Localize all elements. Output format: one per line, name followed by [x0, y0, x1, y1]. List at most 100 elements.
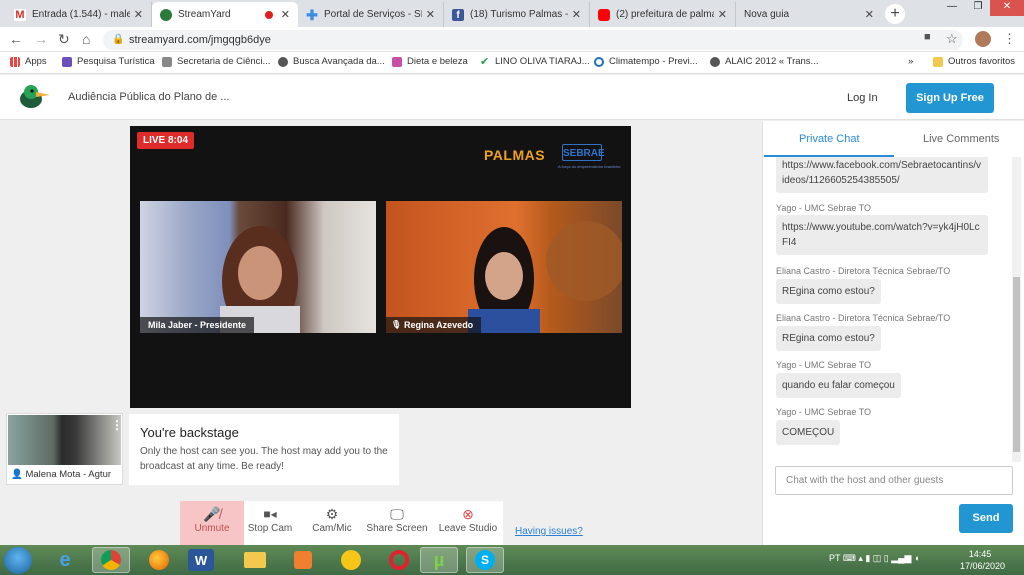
backstage-notice: You're backstage Only the host can see y…	[129, 414, 399, 485]
menu-icon[interactable]: ⋮	[1003, 31, 1016, 47]
forward-icon[interactable]: →	[34, 31, 48, 47]
broadcast-stage: LIVE 8:04 PALMAS SEBRAE A força do empre…	[130, 126, 631, 408]
explorer-icon[interactable]	[236, 547, 274, 573]
new-tab-button[interactable]: +	[885, 4, 905, 24]
minimize-button[interactable]: —	[938, 0, 966, 16]
chrome-icon[interactable]	[92, 547, 130, 573]
cam-mic-button[interactable]: ⚙ Cam/Mic	[300, 501, 364, 545]
recording-icon	[264, 10, 273, 19]
reload-icon[interactable]: ↻	[58, 31, 70, 48]
taskbar-clock[interactable]: 14:45 17/06/2020	[960, 548, 1006, 572]
close-window-button[interactable]: ✕	[990, 0, 1024, 16]
leave-studio-button[interactable]: ⊗ Leave Studio	[434, 501, 502, 545]
unmute-button[interactable]: 🎤̸ Unmute	[180, 501, 244, 545]
close-tab-icon[interactable]: ✕	[572, 8, 581, 21]
language-indicator[interactable]: PT	[829, 553, 840, 563]
close-tab-icon[interactable]: ✕	[426, 8, 435, 21]
clock-date: 17/06/2020	[960, 561, 1006, 571]
bookmark-secretaria[interactable]: Secretaria de Ciênci...	[162, 56, 270, 67]
person-icon: 👤	[11, 469, 26, 480]
home-icon[interactable]: ⌂	[82, 31, 90, 47]
mic-off-icon: 🎤̸	[203, 506, 221, 522]
chat-sidebar: Private Chat Live Comments https://www.f…	[762, 121, 1024, 545]
backstage-text: Only the host can see you. The host may …	[140, 446, 388, 472]
streamyard-logo[interactable]	[17, 83, 51, 111]
apps-icon	[10, 56, 20, 67]
close-tab-icon[interactable]: ✕	[134, 8, 143, 21]
tab-nova-guia[interactable]: Nova guia ✕	[736, 2, 882, 27]
video-tile-mila[interactable]: Mila Jaber - Presidente	[140, 201, 376, 333]
tab-prefeitura-palmas[interactable]: (2) prefeitura de palmas ✕	[590, 2, 736, 27]
bookmark-climatempo[interactable]: Climatempo - Previ...	[594, 56, 698, 67]
bookmark-alaic[interactable]: ALAIC 2012 « Trans...	[710, 56, 818, 67]
chat-scrollbar[interactable]	[1012, 157, 1021, 462]
firefox-icon[interactable]	[140, 547, 178, 573]
more-options-icon[interactable]: ⋮	[111, 418, 123, 432]
share-screen-button[interactable]: 🖵 Share Screen	[364, 501, 430, 545]
scrollbar-thumb[interactable]	[1013, 277, 1020, 452]
chat-message[interactable]: https://www.youtube.com/watch?v=yk4jH0Lc…	[776, 215, 988, 255]
skype-icon[interactable]: S	[466, 547, 504, 573]
tab-portal-servicos[interactable]: ✚ Portal de Serviços - SEBR ✕	[298, 2, 444, 27]
camera-icon[interactable]: ■	[924, 31, 931, 43]
close-circle-icon: ⊗	[462, 506, 474, 522]
check-icon: ✔	[480, 55, 490, 68]
bookmarks-more[interactable]: »	[908, 56, 913, 67]
chat-message-user: Yago - UMC Sebrae TO	[776, 203, 872, 213]
ie-icon[interactable]: e	[46, 547, 84, 573]
chat-message[interactable]: https://www.facebook.com/Sebraetocantins…	[776, 157, 988, 193]
bookmark-lino-oliva[interactable]: ✔ LINO OLIVA TIARAJ...	[480, 56, 590, 67]
maximize-button[interactable]: ❐	[964, 0, 992, 16]
bookmark-pesquisa-turistica[interactable]: Pesquisa Turística	[62, 56, 155, 67]
chat-message[interactable]: COMEÇOU	[776, 420, 841, 445]
close-tab-icon[interactable]: ✕	[281, 8, 290, 21]
climatempo-icon	[594, 56, 604, 67]
chat-message-user: Yago - UMC Sebrae TO	[776, 360, 872, 370]
opera-icon[interactable]	[380, 547, 418, 573]
back-icon[interactable]: ←	[9, 31, 23, 47]
chat-message[interactable]: quando eu falar começou	[776, 373, 901, 398]
chat-message[interactable]: REgina como estou?	[776, 279, 881, 304]
system-tray: PT ⌨ ▴ ▮ ◫ ▯ ▂▄▆ ◖	[829, 553, 920, 563]
norton-icon[interactable]	[332, 547, 370, 573]
bookmark-busca-avancada[interactable]: Busca Avançada da...	[278, 56, 385, 67]
star-icon[interactable]: ☆	[946, 31, 958, 47]
gear-icon: ⚙	[325, 506, 339, 522]
bookmark-other-favorites[interactable]: Outros favoritos	[933, 56, 1015, 67]
globe-icon	[278, 56, 288, 67]
close-tab-icon[interactable]: ✕	[865, 8, 874, 21]
video-tile-regina[interactable]: 🎙 Regina Azevedo	[386, 201, 622, 333]
stop-cam-button[interactable]: ■◂ Stop Cam	[238, 501, 302, 545]
word-icon[interactable]: W	[188, 549, 214, 571]
tab-private-chat[interactable]: Private Chat	[799, 133, 860, 145]
bookmark-apps[interactable]: Apps	[10, 56, 47, 67]
signup-button[interactable]: Sign Up Free	[906, 83, 994, 113]
bookmark-dieta[interactable]: Dieta e beleza	[392, 56, 468, 67]
login-link[interactable]: Log In	[847, 92, 878, 104]
gmail-icon: M	[14, 8, 26, 21]
chat-message-user: Eliana Castro - Diretora Técnica Sebrae/…	[776, 313, 951, 323]
start-button[interactable]	[4, 547, 32, 574]
chat-message[interactable]: REgina como estou?	[776, 326, 881, 351]
tab-live-comments[interactable]: Live Comments	[923, 133, 999, 145]
tab-turismo-palmas[interactable]: f (18) Turismo Palmas - Pa ✕	[444, 2, 590, 27]
muted-mic-icon: 🎙	[391, 320, 402, 329]
self-video	[8, 415, 121, 465]
chat-input[interactable]: Chat with the host and other guests	[775, 466, 1013, 495]
address-bar: ← → ↻ ⌂ 🔒 streamyard.com/jmgqgb6dye ■ ☆ …	[0, 27, 1024, 52]
close-tab-icon[interactable]: ✕	[718, 8, 727, 21]
tab-streamyard[interactable]: StreamYard ✕	[152, 2, 298, 27]
form-icon	[62, 56, 72, 67]
url-input[interactable]: 🔒 streamyard.com/jmgqgb6dye	[103, 30, 963, 50]
send-button[interactable]: Send	[959, 504, 1013, 533]
browser-tab-bar: M Entrada (1.544) - malena ✕ StreamYard …	[0, 0, 1024, 27]
media-player-icon[interactable]	[284, 547, 322, 573]
backstage-title: You're backstage	[140, 425, 239, 440]
having-issues-link[interactable]: Having issues?	[515, 526, 583, 537]
self-preview-card[interactable]: ⋮ 👤 Malena Mota - Agtur	[6, 413, 123, 485]
streamyard-icon	[160, 8, 172, 21]
utorrent-icon[interactable]: µ	[420, 547, 458, 573]
folder-icon	[933, 56, 943, 67]
tab-gmail[interactable]: M Entrada (1.544) - malena ✕	[6, 2, 152, 27]
profile-avatar[interactable]	[975, 31, 991, 47]
